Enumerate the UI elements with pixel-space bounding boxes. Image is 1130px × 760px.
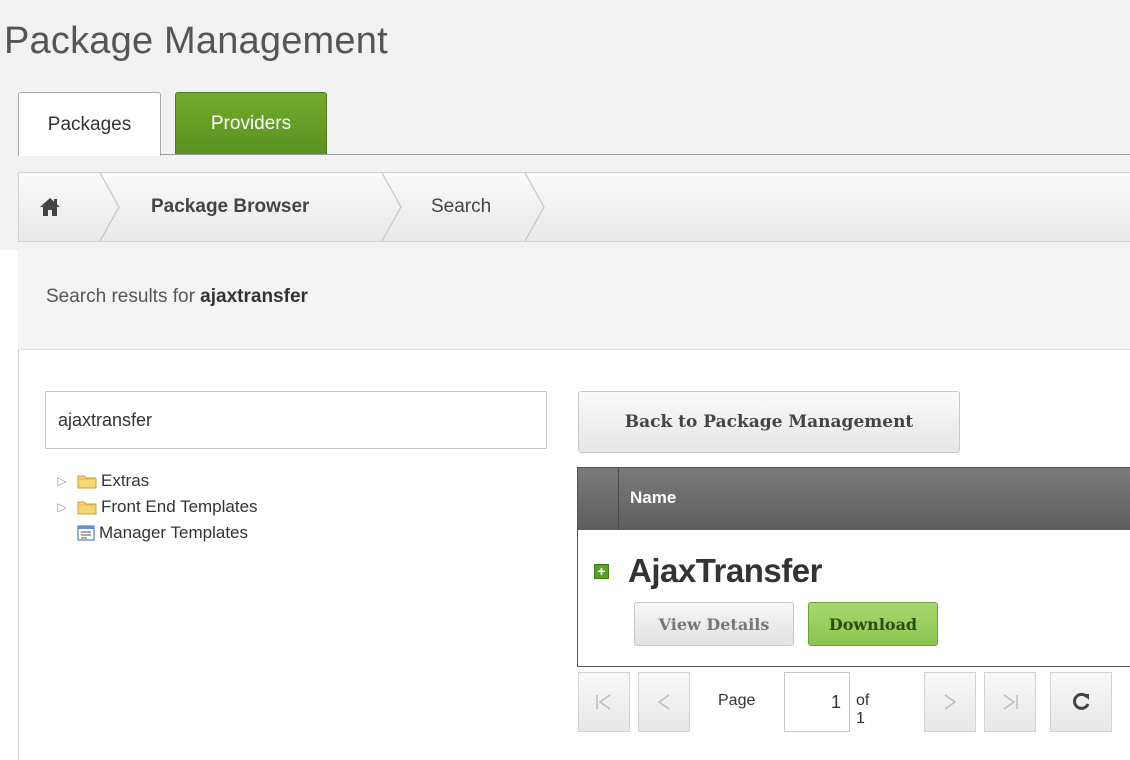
page-count-label: of 1 (856, 692, 870, 727)
folder-icon (77, 499, 97, 515)
expand-arrow-icon[interactable]: ▷ (55, 500, 69, 514)
tree-item-label: Manager Templates (99, 523, 248, 542)
page-title: Package Management (4, 20, 388, 62)
search-results-header: Search results for ajaxtransfer (18, 250, 1130, 350)
template-icon (77, 525, 95, 541)
tree-item-label: Extras (101, 471, 150, 490)
expand-plus-icon[interactable]: + (594, 564, 609, 579)
page-label: Page (718, 692, 756, 709)
page-header: Package Management Packages Providers Pa… (0, 0, 1130, 250)
breadcrumb-separator (524, 173, 545, 241)
previous-page-icon (657, 694, 670, 710)
home-icon (40, 198, 60, 216)
refresh-button[interactable] (1050, 672, 1112, 732)
folder-icon (77, 473, 97, 489)
view-details-button[interactable]: View Details (634, 602, 794, 646)
next-page-icon (944, 694, 957, 710)
tree-item-front-end-templates[interactable]: ▷ Front End Templates (55, 494, 258, 520)
breadcrumb: Package Browser Search (18, 172, 1130, 242)
previous-page-button[interactable] (638, 672, 690, 732)
breadcrumb-home[interactable] (39, 173, 89, 241)
package-tree: ▷ Extras ▷ Front End Templates Manager T… (55, 468, 258, 546)
breadcrumb-item-search[interactable]: Search (431, 173, 491, 241)
breadcrumb-item-package-browser[interactable]: Package Browser (151, 173, 309, 241)
tree-item-label: Front End Templates (101, 497, 258, 516)
content-border (18, 350, 19, 760)
tab-providers[interactable]: Providers (175, 92, 327, 154)
tree-item-extras[interactable]: ▷ Extras (55, 468, 258, 494)
next-page-button[interactable] (924, 672, 976, 732)
results-query: ajaxtransfer (200, 286, 308, 307)
tab-packages[interactable]: Packages (18, 92, 161, 156)
package-grid: Name + AjaxTransfer View Details Downloa… (577, 467, 1130, 667)
breadcrumb-separator (99, 173, 120, 241)
tree-item-manager-templates[interactable]: Manager Templates (55, 520, 258, 546)
breadcrumb-separator (381, 173, 402, 241)
grid-header: Name (578, 468, 1130, 530)
first-page-button[interactable] (578, 672, 630, 732)
tab-divider (18, 154, 1130, 155)
search-results-text: Search results for ajaxtransfer (46, 286, 308, 308)
refresh-icon (1073, 692, 1090, 710)
package-search-input[interactable] (45, 391, 547, 449)
grid-column-name[interactable]: Name (630, 488, 676, 508)
expand-arrow-icon[interactable]: ▷ (55, 474, 69, 488)
back-to-package-management-button[interactable]: Back to Package Management (578, 391, 960, 453)
page-number-input[interactable] (784, 672, 850, 732)
package-name: AjaxTransfer (628, 552, 822, 589)
grid-column-separator (618, 468, 619, 530)
last-page-button[interactable] (984, 672, 1036, 732)
download-button[interactable]: Download (808, 602, 938, 646)
first-page-icon (596, 694, 611, 710)
results-prefix: Search results for (46, 286, 201, 307)
last-page-icon (1003, 694, 1018, 710)
